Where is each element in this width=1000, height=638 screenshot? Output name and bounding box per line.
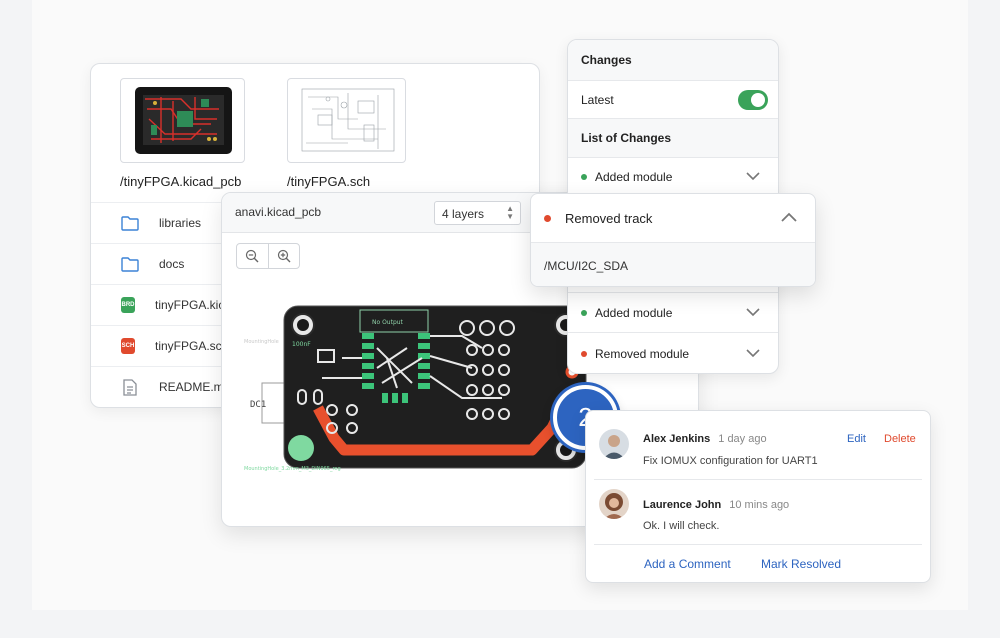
file-name: docs (159, 257, 185, 271)
mark-resolved-link[interactable]: Mark Resolved (761, 557, 841, 571)
mounting-hole-label: MountingHole (244, 339, 279, 345)
latest-label: Latest (581, 92, 614, 107)
zoom-in-button[interactable] (267, 244, 299, 268)
chevron-down-icon (746, 307, 760, 316)
schematic-preview-image (301, 88, 395, 152)
added-status-dot (581, 309, 587, 316)
comment-text: Fix IOMUX configuration for UART1 (643, 455, 818, 467)
zoom-controls (236, 243, 300, 269)
folder-icon (121, 214, 139, 232)
added-status-dot (581, 173, 587, 180)
brd-file-icon: BRD (121, 297, 135, 313)
comment-author-name: Laurence John (643, 499, 722, 511)
folder-icon (121, 255, 139, 273)
schematic-thumbnail[interactable] (287, 78, 406, 163)
chevron-down-icon (746, 171, 760, 180)
change-item[interactable]: Added module (568, 157, 778, 195)
removed-track-path: /MCU/I2C_SDA (531, 242, 815, 286)
no-output-label: No Output (372, 319, 404, 326)
capacitor-label: 100nF (292, 341, 311, 348)
comment-author: Alex Jenkins 1 day ago (643, 433, 767, 445)
layers-select-value: 4 layers (442, 207, 485, 221)
change-item[interactable]: Added module (568, 292, 778, 332)
pcb-file-title: anavi.kicad_pcb (235, 205, 322, 219)
change-item-label: Added module (595, 169, 673, 184)
comment-time: 1 day ago (718, 433, 767, 445)
list-of-changes-header: List of Changes (568, 118, 778, 157)
document-icon (121, 378, 139, 396)
change-item-label: Added module (595, 305, 673, 320)
avatar (599, 489, 629, 519)
mounting-hole-ref-label: MountingHole_3.2mm_M3_DIN965_reg (244, 466, 341, 472)
zoom-in-icon (277, 249, 291, 263)
pcb-thumbnail-label: /tinyFPGA.kicad_pcb (120, 174, 242, 189)
changes-title: Changes (581, 53, 632, 67)
pcb-thumbnail[interactable] (120, 78, 245, 163)
comment-time: 10 mins ago (729, 499, 790, 511)
layers-select[interactable]: 4 layers ▲ ▼ (434, 201, 521, 225)
removed-track-title: Removed track (565, 210, 653, 226)
avatar (599, 429, 629, 459)
comment-divider (594, 479, 922, 480)
removed-status-dot (544, 214, 551, 222)
zoom-out-icon (246, 249, 259, 263)
comments-card: Alex Jenkins 1 day ago Fix IOMUX configur… (585, 410, 931, 583)
edit-comment-link[interactable]: Edit (847, 433, 866, 445)
removed-track-popup: Removed track /MCU/I2C_SDA (530, 193, 816, 287)
comment-author: Laurence John 10 mins ago (643, 499, 789, 511)
latest-toggle[interactable] (738, 89, 768, 110)
file-name: tinyFPGA.sch (155, 339, 229, 353)
file-name: tinyFPGA.kic (155, 298, 225, 312)
file-name: README.md (159, 380, 231, 394)
comment-author-name: Alex Jenkins (643, 433, 711, 445)
comment-divider (594, 544, 922, 545)
delete-comment-link[interactable]: Delete (884, 433, 916, 445)
change-item[interactable]: Removed module (568, 332, 778, 373)
zoom-out-button[interactable] (237, 244, 268, 268)
list-of-changes-title: List of Changes (581, 131, 672, 145)
sch-file-icon: SCH (121, 338, 135, 354)
add-comment-link[interactable]: Add a Comment (644, 557, 731, 571)
file-name: libraries (159, 216, 202, 230)
change-item-label: Removed module (595, 347, 690, 361)
chevron-up-icon[interactable] (781, 212, 797, 222)
removed-track-header[interactable]: Removed track (531, 194, 815, 242)
schematic-thumbnail-label: /tinyFPGA.sch (287, 174, 371, 189)
pcb-preview-image (135, 87, 232, 154)
comment-text: Ok. I will check. (643, 520, 720, 532)
changes-header: Changes (568, 40, 778, 80)
latest-row: Latest (568, 80, 778, 118)
dc1-label: DC1 (250, 400, 266, 410)
select-arrows-icon: ▲ ▼ (506, 204, 514, 221)
removed-status-dot (581, 351, 587, 357)
chevron-down-icon (746, 349, 760, 358)
